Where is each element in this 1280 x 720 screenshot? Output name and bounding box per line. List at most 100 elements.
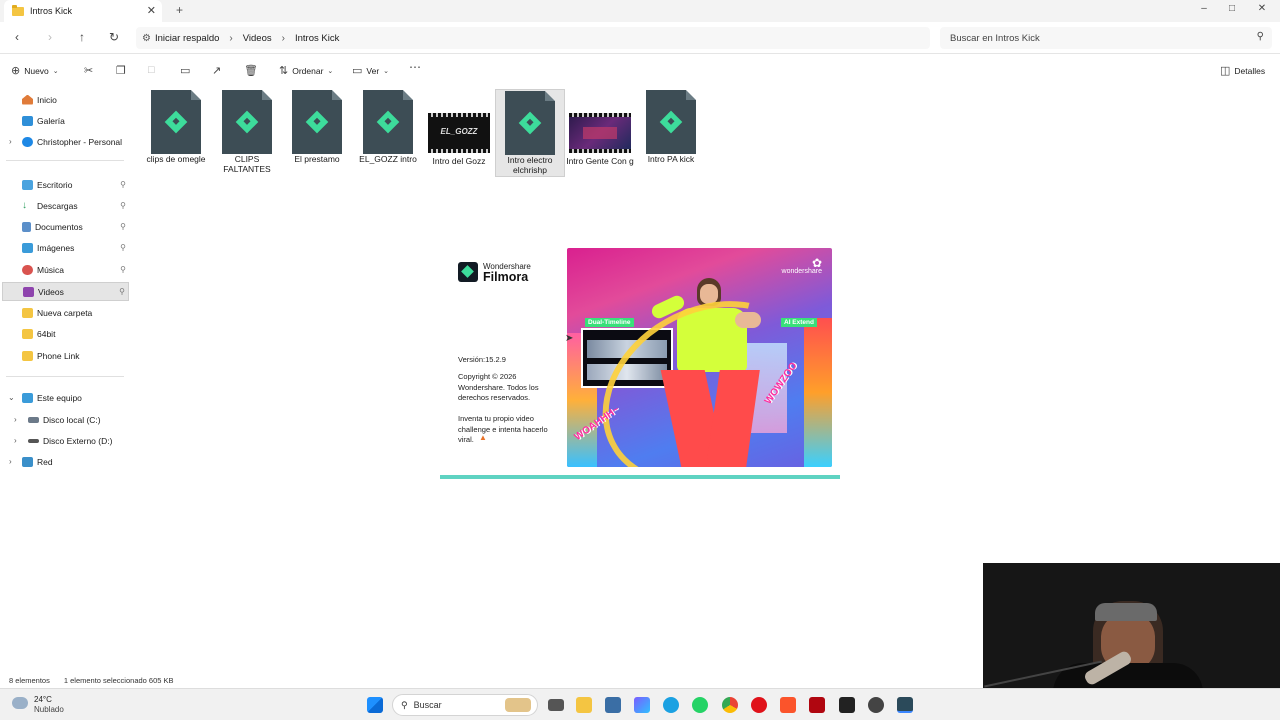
delete-icon[interactable]: 🗑 (244, 64, 258, 77)
epic-games-icon[interactable] (839, 697, 855, 713)
filmora-project-icon (292, 90, 342, 154)
obs-icon[interactable] (868, 697, 884, 713)
view-button[interactable]: ▭ Ver ⌄ (352, 64, 389, 77)
close-window-icon[interactable]: ✕ (1255, 3, 1269, 14)
file-explorer-icon[interactable] (576, 697, 592, 713)
sidebar-item-disco-c[interactable]: › Disco local (C:) (2, 410, 129, 429)
sidebar-item-este-equipo[interactable]: ⌄ Este equipo (2, 388, 129, 407)
more-options-icon[interactable]: ⋯ (409, 60, 421, 74)
folder-icon (22, 350, 33, 361)
sidebar-item-label: Disco Externo (D:) (43, 435, 113, 446)
refresh-icon[interactable]: ↻ (107, 30, 121, 44)
sidebar-item-imagenes[interactable]: Imágenes ⚲ (2, 238, 129, 257)
share-icon[interactable]: ↗ (212, 64, 221, 77)
video-thumbnail: EL_GOZZ (428, 113, 490, 153)
sidebar-item-nueva-carpeta[interactable]: Nueva carpeta (2, 303, 129, 322)
sidebar-item-phone-link[interactable]: Phone Link (2, 346, 129, 365)
pin-icon[interactable]: ⚲ (120, 265, 126, 274)
netflix-icon[interactable] (809, 697, 825, 713)
brave-icon[interactable] (780, 697, 796, 713)
video-thumbnail (569, 113, 631, 153)
thumbnail-text: EL_GOZZ (440, 127, 478, 136)
splash-brand-main: Filmora (483, 270, 529, 284)
maximize-icon[interactable]: □ (1225, 3, 1239, 14)
gallery-icon (22, 115, 33, 126)
search-input[interactable]: Buscar en Intros Kick ⚲ (940, 27, 1272, 49)
ai-extend-label: AI Extend (781, 318, 817, 327)
sidebar-item-escritorio[interactable]: Escritorio ⚲ (2, 175, 129, 194)
store-icon[interactable] (605, 697, 621, 713)
pin-icon[interactable]: ⚲ (119, 287, 125, 296)
breadcrumb-item[interactable]: Intros Kick (295, 33, 339, 44)
music-icon (22, 264, 33, 275)
weather-temp[interactable]: 24°C (34, 695, 52, 704)
breadcrumb-item[interactable]: Videos (243, 33, 272, 44)
pin-icon[interactable]: ⚲ (120, 222, 126, 231)
sidebar-item-documentos[interactable]: Documentos ⚲ (2, 217, 129, 236)
filmora-taskbar-icon[interactable] (897, 697, 913, 713)
sidebar-item-red[interactable]: › Red (2, 452, 129, 471)
opera-gx-icon[interactable] (751, 697, 767, 713)
breadcrumb-item[interactable]: Iniciar respaldo (155, 33, 219, 44)
cut-icon[interactable]: ✂ (84, 64, 93, 77)
filmora-logo-icon (458, 262, 478, 282)
sidebar-item-galeria[interactable]: Galería (2, 111, 129, 130)
pin-icon[interactable]: ⚲ (120, 243, 126, 252)
sidebar-item-videos[interactable]: Videos ⚲ (2, 282, 129, 301)
file-item[interactable]: El prestamo (282, 89, 352, 177)
sidebar-item-onedrive[interactable]: › Christopher - Personal (2, 132, 129, 151)
filmora-project-icon (222, 90, 272, 154)
file-item[interactable]: Intro Gente Con g (565, 89, 635, 177)
sidebar-item-label: Phone Link (37, 350, 80, 361)
paste-icon[interactable]: □ (148, 64, 155, 76)
minimize-icon[interactable]: – (1197, 3, 1211, 14)
file-item[interactable]: clips de omegle (141, 89, 211, 177)
sidebar-item-label: Descargas (37, 200, 78, 211)
copy-icon[interactable]: ❐ (116, 64, 126, 77)
forward-icon[interactable]: › (43, 30, 57, 44)
edge-icon[interactable] (663, 697, 679, 713)
file-item[interactable]: EL_GOZZ intro (353, 89, 423, 177)
splash-image: Dual-Timeline AI Extend WOAHHH~ WOWZOO ✿… (567, 248, 832, 467)
sidebar-item-disco-d[interactable]: › Disco Externo (D:) (2, 431, 129, 450)
pin-icon[interactable]: ⚲ (120, 180, 126, 189)
sort-button[interactable]: ⇅ Ordenar ⌄ (279, 64, 333, 77)
weather-desc[interactable]: Nublado (34, 705, 64, 714)
new-tab-button[interactable]: + (176, 3, 183, 17)
weather-cloud-icon (12, 697, 28, 709)
sidebar-item-label: Galería (37, 115, 65, 126)
copilot-icon[interactable] (634, 697, 650, 713)
windows-start-icon[interactable] (367, 697, 383, 713)
whatsapp-icon[interactable] (692, 697, 708, 713)
onedrive-icon (22, 136, 33, 147)
file-item-selected[interactable]: Intro electro elchrishp (495, 89, 565, 177)
sidebar-item-inicio[interactable]: Inicio (2, 90, 129, 109)
file-name: El prestamo (294, 154, 340, 164)
close-tab-icon[interactable]: ✕ (147, 4, 156, 17)
sidebar-item-musica[interactable]: Música ⚲ (2, 260, 129, 279)
home-icon (22, 94, 33, 105)
new-button[interactable]: ⊕ Nuevo ⌄ (11, 64, 59, 77)
up-icon[interactable]: ↑ (75, 30, 89, 44)
rename-icon[interactable]: ▭ (180, 64, 190, 77)
taskbar-search[interactable]: ⚲ Buscar (392, 694, 538, 716)
splash-tagline: Inventa tu propio video challenge e inte… (458, 414, 548, 444)
details-button[interactable]: ◫ Detalles (1220, 64, 1265, 77)
back-icon[interactable]: ‹ (10, 30, 24, 44)
view-icon: ▭ (352, 65, 363, 77)
file-item[interactable]: EL_GOZZ Intro del Gozz (424, 89, 494, 177)
folder-icon (22, 328, 33, 339)
pin-icon[interactable]: ⚲ (120, 201, 126, 210)
breadcrumb[interactable]: ⚙ Iniciar respaldo › Videos › Intros Kic… (136, 27, 930, 49)
chrome-icon[interactable] (722, 697, 738, 713)
sidebar-item-64bit[interactable]: 64bit (2, 324, 129, 343)
tab-intros-kick[interactable]: Intros Kick ✕ (4, 0, 162, 22)
search-icon[interactable]: ⚲ (1257, 31, 1264, 42)
sidebar-item-descargas[interactable]: ↓ Descargas ⚲ (2, 196, 129, 215)
splash-version: Versión:15.2.9 (458, 355, 506, 364)
splash-copyright: Copyright © 2026 Wondershare. Todos los … (458, 372, 539, 402)
sidebar-item-label: Documentos (35, 221, 83, 232)
file-item[interactable]: Intro PA kick (636, 89, 706, 177)
task-view-icon[interactable] (548, 699, 564, 711)
file-item[interactable]: CLIPS FALTANTES (212, 89, 282, 177)
